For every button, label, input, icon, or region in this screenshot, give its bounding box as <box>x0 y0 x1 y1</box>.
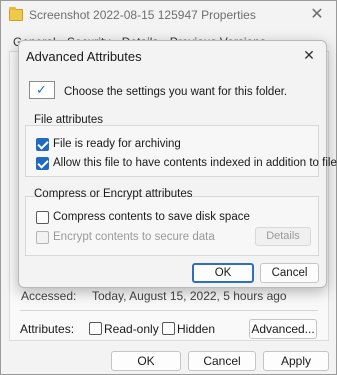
encrypt-label: Encrypt contents to secure data <box>53 231 215 243</box>
compress-checkbox[interactable] <box>36 211 49 224</box>
dialog-instruction: Choose the settings you want for this fo… <box>64 86 288 98</box>
compress-encrypt-group <box>25 196 319 256</box>
file-attributes-title: File attributes <box>34 114 104 126</box>
properties-titlebar: Screenshot 2022-08-15 125947 Properties … <box>1 1 336 31</box>
folder-check-icon: ✓ <box>29 81 55 99</box>
attributes-label: Attributes: <box>20 322 75 336</box>
compress-label: Compress contents to save disk space <box>53 211 250 223</box>
readonly-label: Read-only <box>104 322 159 336</box>
advanced-attributes-dialog: Advanced Attributes ✕ ✓ Choose the setti… <box>18 40 337 288</box>
encrypt-checkbox[interactable] <box>36 231 49 244</box>
dialog-title: Advanced Attributes <box>26 49 142 64</box>
details-button[interactable]: Details <box>255 227 311 246</box>
archive-checkbox[interactable] <box>36 138 49 151</box>
check-icon: ✓ <box>36 82 47 97</box>
dialog-cancel-button[interactable]: Cancel <box>260 263 319 283</box>
ok-button[interactable]: OK <box>111 351 181 371</box>
apply-button[interactable]: Apply <box>263 351 329 371</box>
index-checkbox[interactable] <box>36 157 49 170</box>
properties-window-title: Screenshot 2022-08-15 125947 Properties <box>29 8 256 22</box>
accessed-value: Today, August 15, 2022, 5 hours ago <box>92 289 287 303</box>
compress-encrypt-title: Compress or Encrypt attributes <box>34 188 193 200</box>
properties-close-icon[interactable]: ✕ <box>306 5 328 25</box>
folder-icon <box>9 7 23 21</box>
index-label: Allow this file to have contents indexed… <box>53 157 337 169</box>
hidden-label: Hidden <box>177 322 216 336</box>
readonly-checkbox-box[interactable] <box>89 322 102 335</box>
dialog-ok-button[interactable]: OK <box>192 263 254 283</box>
dialog-close-icon[interactable]: ✕ <box>300 46 318 64</box>
divider <box>20 310 318 311</box>
archive-label: File is ready for archiving <box>53 138 181 150</box>
advanced-button[interactable]: Advanced... <box>249 319 317 339</box>
hidden-checkbox-box[interactable] <box>162 322 175 335</box>
accessed-label: Accessed: <box>21 289 77 303</box>
cancel-button[interactable]: Cancel <box>188 351 256 371</box>
file-attributes-group <box>25 125 319 177</box>
